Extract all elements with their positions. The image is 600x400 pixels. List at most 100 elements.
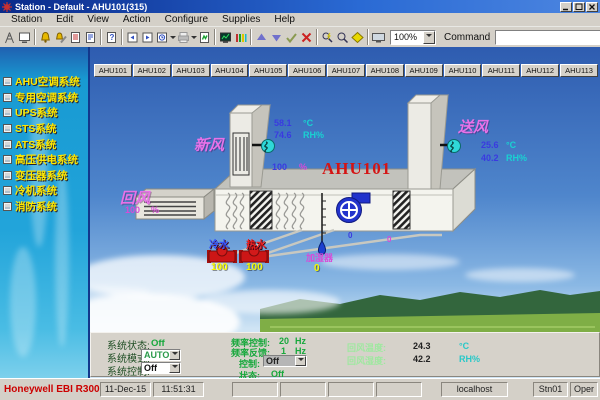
status-bar: Honeywell EBI R300.1 11-Dec-15 11:51:31 …: [0, 378, 600, 400]
zoom-dropdown-button[interactable]: [423, 31, 435, 44]
menu-supplies[interactable]: Supplies: [215, 13, 267, 26]
sidebar-item-transformer[interactable]: 变压器系统: [3, 168, 89, 184]
supply-air-sensor-icon[interactable]: [448, 140, 461, 153]
tab-ahu105[interactable]: AHU105: [249, 64, 287, 77]
page-refresh-icon[interactable]: [197, 28, 212, 46]
zoom-icon[interactable]: [335, 28, 350, 46]
fresh-air-sensor-icon[interactable]: [262, 140, 275, 153]
sidebar-item-fire[interactable]: 消防系统: [3, 199, 89, 215]
status-cell-empty: [280, 382, 326, 397]
tab-ahu107[interactable]: AHU107: [327, 64, 365, 77]
accept-icon[interactable]: [284, 28, 299, 46]
user-cell: Oper: [570, 382, 598, 397]
toolbar-separator: [214, 29, 216, 45]
grid-icon: [3, 186, 12, 195]
return-temp-unit: °C: [459, 341, 469, 351]
sidebar-item-chiller[interactable]: 冷机系统: [3, 183, 89, 199]
title-bar: Station - Default - AHU101(315): [0, 0, 600, 13]
display-icon[interactable]: [17, 28, 32, 46]
command-combobox[interactable]: [495, 30, 600, 45]
page-history-icon[interactable]: [155, 28, 170, 46]
humidifier-value: 0: [314, 263, 320, 274]
menu-bar: Station Edit View Action Configure Suppl…: [0, 13, 600, 27]
maximize-button[interactable]: [573, 2, 585, 12]
system-mode-combobox[interactable]: AUTO: [141, 349, 181, 361]
ahu-graphic-display: [90, 47, 600, 378]
minimize-button[interactable]: [560, 2, 572, 12]
parameter-panel: 系统状态: Off 系统模式: AUTO 系统控制: Off 频率控制: 20 …: [90, 332, 600, 377]
tab-ahu101[interactable]: AHU101: [94, 64, 132, 77]
fan-control-combobox[interactable]: Off: [263, 355, 307, 367]
tab-ahu109[interactable]: AHU109: [405, 64, 443, 77]
cancel-icon[interactable]: [299, 28, 314, 46]
alarm-bell-icon[interactable]: [38, 28, 53, 46]
back-page-icon[interactable]: [125, 28, 140, 46]
lower-icon[interactable]: [269, 28, 284, 46]
close-button[interactable]: [586, 2, 598, 12]
tab-ahu102[interactable]: AHU102: [133, 64, 171, 77]
sidebar-item-ahu[interactable]: AHU空调系统: [3, 74, 89, 90]
alarm-ack-icon[interactable]: [53, 28, 68, 46]
toolbar: ? 100% Command: [0, 27, 600, 48]
sidebar-list: AHU空调系统 专用空调系统 UPS系统 STS系统 ATS系统 高压供电系统 …: [3, 74, 89, 214]
print-icon[interactable]: [176, 28, 191, 46]
ahu-unit-title: AHU101: [322, 159, 391, 179]
toolbar-separator: [34, 29, 36, 45]
tab-ahu103[interactable]: AHU103: [172, 64, 210, 77]
menu-station[interactable]: Station: [4, 13, 49, 26]
tab-ahu112[interactable]: AHU112: [521, 64, 559, 77]
freq-control-unit: Hz: [295, 336, 306, 346]
tab-ahu110[interactable]: AHU110: [444, 64, 482, 77]
host-cell: localhost: [441, 382, 508, 397]
forward-page-icon[interactable]: [140, 28, 155, 46]
sidebar-item-label: 专用空调系统: [15, 90, 78, 105]
help-page-icon[interactable]: ?: [104, 28, 119, 46]
sidebar-item-dedicated-ac[interactable]: 专用空调系统: [3, 90, 89, 106]
chilled-water-label: 冷水: [209, 236, 229, 251]
sidebar-item-ups[interactable]: UPS系统: [3, 105, 89, 121]
menu-help[interactable]: Help: [267, 13, 302, 26]
system-control-combobox[interactable]: Off: [141, 362, 181, 374]
trend-icon[interactable]: [218, 28, 233, 46]
menu-action[interactable]: Action: [116, 13, 158, 26]
tab-ahu113[interactable]: AHU113: [560, 64, 598, 77]
toolbar-separator: [100, 29, 102, 45]
sidebar-item-label: 变压器系统: [15, 168, 68, 183]
raise-icon[interactable]: [254, 28, 269, 46]
sidebar-item-sts[interactable]: STS系统: [3, 121, 89, 137]
sidebar-item-ats[interactable]: ATS系统: [3, 136, 89, 152]
fresh-air-label: 新风: [194, 134, 224, 155]
menu-edit[interactable]: Edit: [49, 13, 80, 26]
fresh-damper-value: 100: [272, 162, 287, 172]
station-icon[interactable]: [2, 28, 17, 46]
tab-ahu108[interactable]: AHU108: [366, 64, 404, 77]
fresh-air-rh-unit: RH%: [303, 130, 324, 140]
chevron-down-icon[interactable]: [169, 363, 180, 373]
sidebar-item-label: 消防系统: [15, 199, 57, 214]
tab-ahu104[interactable]: AHU104: [211, 64, 249, 77]
return-rh-label: 回风湿度:: [347, 354, 386, 367]
status-cell-empty: [232, 382, 278, 397]
supply-temp-value: 25.6: [481, 140, 499, 150]
monitor-icon[interactable]: [371, 28, 386, 46]
tab-ahu106[interactable]: AHU106: [288, 64, 326, 77]
toolbar-separator: [316, 29, 318, 45]
alarm-summary-icon[interactable]: [68, 28, 83, 46]
grid-icon: [3, 124, 12, 133]
fan-control-value: Off: [264, 356, 295, 366]
chilled-valve-position: 100: [211, 262, 228, 273]
sidebar-item-hv-power[interactable]: 高压供电系统: [3, 152, 89, 168]
chevron-down-icon[interactable]: [169, 350, 180, 360]
zoom-level-combobox[interactable]: 100%: [390, 30, 436, 45]
status-cell-empty: [376, 382, 422, 397]
return-rh-unit: RH%: [459, 354, 480, 364]
menu-view[interactable]: View: [80, 13, 116, 26]
supply-air-label: 送风: [458, 116, 488, 137]
group-display-icon[interactable]: [233, 28, 248, 46]
chevron-down-icon[interactable]: [295, 356, 306, 366]
menu-configure[interactable]: Configure: [158, 13, 215, 26]
message-summary-icon[interactable]: [83, 28, 98, 46]
find-point-icon[interactable]: [320, 28, 335, 46]
tab-ahu111[interactable]: AHU111: [482, 64, 520, 77]
attention-icon[interactable]: [350, 28, 365, 46]
